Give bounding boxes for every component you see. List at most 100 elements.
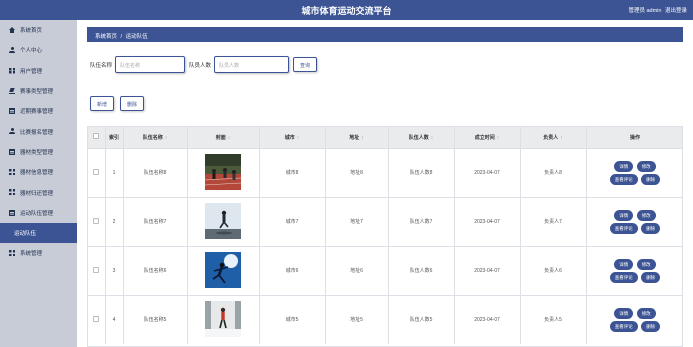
- sidebar-item-equipment-info[interactable]: 器材信息管理: [0, 162, 77, 182]
- sidebar-item-label: 比赛报名管理: [20, 129, 54, 136]
- cover-image[interactable]: [205, 251, 241, 288]
- sidebar-item-label: 系统首页: [20, 28, 43, 35]
- edit-icon: [9, 88, 15, 94]
- grid-icon: [9, 67, 15, 74]
- cell-city: 城市5: [259, 294, 326, 344]
- row-checkbox[interactable]: [93, 266, 100, 273]
- sidebar-item-system[interactable]: 系统管理: [0, 243, 77, 263]
- cell-city: 城市7: [259, 196, 326, 246]
- person-icon: [9, 128, 15, 135]
- column-header[interactable]: 封面 ↕: [187, 127, 260, 148]
- app-title: 城市体育运动交流平台: [301, 6, 392, 16]
- view-comments-button[interactable]: 查看评论: [609, 320, 638, 332]
- delete-button[interactable]: 删除: [641, 222, 661, 234]
- edit-button[interactable]: 修改: [636, 160, 656, 172]
- view-comments-button[interactable]: 查看评论: [609, 271, 638, 283]
- view-comments-button[interactable]: 查看评论: [609, 173, 638, 185]
- column-header: 索引: [105, 127, 124, 148]
- table-row: 1 队伍名称8 城市8 地址8 队伍人数8 2023-04-07 负责人8 详情…: [88, 147, 682, 197]
- column-header[interactable]: 地址 ↕: [325, 127, 389, 148]
- sidebar-item-team-management[interactable]: 运动队伍管理: [0, 203, 77, 223]
- cell-index: 2: [105, 196, 124, 246]
- logout-link[interactable]: 退出登录: [665, 8, 687, 14]
- cover-image[interactable]: [205, 202, 241, 239]
- cell-city: 城市8: [259, 147, 326, 197]
- cell-address: 地址7: [325, 196, 389, 246]
- cell-leader: 负责人8: [520, 147, 587, 197]
- detail-button[interactable]: 详情: [614, 258, 634, 270]
- sidebar: 系统首页 个人中心 用户管理 赛事类型管理 近期赛事管理 比赛报名管理 器材类型…: [0, 20, 77, 347]
- edit-button[interactable]: 修改: [636, 307, 656, 319]
- cover-image[interactable]: [205, 300, 241, 337]
- home-icon: [9, 27, 15, 33]
- team-name-label: 队伍名称: [90, 62, 113, 69]
- sidebar-item-equipment-types[interactable]: 器材类型管理: [0, 142, 77, 162]
- column-header[interactable]: 城市 ↕: [259, 127, 326, 148]
- sort-icon: ↕: [361, 134, 364, 141]
- delete-button[interactable]: 删除: [641, 320, 661, 332]
- cell-people: 队伍人数8: [388, 147, 455, 197]
- document-icon: [9, 209, 15, 216]
- sidebar-item-teams[interactable]: 运动队伍: [0, 222, 77, 244]
- cell-cover: [187, 196, 260, 246]
- sidebar-item-label: 运动队伍管理: [20, 210, 54, 217]
- cell-leader: 负责人5: [520, 294, 587, 344]
- detail-button[interactable]: 详情: [614, 209, 634, 221]
- action-buttons: 新增 删除: [90, 96, 145, 111]
- edit-button[interactable]: 修改: [636, 258, 656, 270]
- sidebar-item-registration[interactable]: 比赛报名管理: [0, 121, 77, 141]
- column-header[interactable]: 队伍名称 ↕: [123, 127, 188, 148]
- document-icon: [9, 108, 15, 115]
- column-header[interactable]: 队伍人数 ↕: [388, 127, 455, 148]
- cell-date: 2023-04-07: [454, 196, 521, 246]
- select-all-checkbox[interactable]: [93, 133, 100, 140]
- cover-image[interactable]: [205, 153, 241, 190]
- row-checkbox[interactable]: [93, 315, 100, 322]
- row-checkbox[interactable]: [93, 168, 100, 175]
- view-comments-button[interactable]: 查看评论: [609, 222, 638, 234]
- sidebar-item-recent-events[interactable]: 近期赛事管理: [0, 101, 77, 121]
- teams-table: 索引 队伍名称 ↕ 封面 ↕ 城市 ↕ 地址 ↕ 队伍人数 ↕ 成立时间 ↕ 负责人 ↕ 操作…: [87, 126, 683, 347]
- grid-icon: [9, 189, 15, 196]
- cell-cover: [187, 294, 260, 344]
- sidebar-item-label: 器材归还管理: [20, 190, 54, 197]
- sidebar-item-equipment-return[interactable]: 器材归还管理: [0, 182, 77, 202]
- breadcrumb-home[interactable]: 系统首页: [95, 34, 117, 40]
- sidebar-item-home[interactable]: 系统首页: [0, 20, 77, 40]
- breadcrumb-current: 运动队伍: [125, 33, 148, 40]
- column-header[interactable]: 成立时间 ↕: [454, 127, 521, 148]
- detail-button[interactable]: 详情: [614, 160, 634, 172]
- breadcrumb-separator: /: [120, 33, 123, 40]
- row-checkbox[interactable]: [93, 217, 100, 224]
- query-button[interactable]: 查询: [293, 57, 318, 72]
- column-header[interactable]: 负责人 ↕: [520, 127, 587, 148]
- user-area: 管理员 admin 退出登录: [626, 6, 687, 14]
- cell-index: 3: [105, 245, 124, 295]
- edit-button[interactable]: 修改: [636, 209, 656, 221]
- team-name-input[interactable]: 队伍名称: [115, 56, 186, 73]
- team-size-input[interactable]: 队员人数: [214, 56, 290, 73]
- cell-leader: 负责人7: [520, 196, 587, 246]
- detail-button[interactable]: 详情: [614, 307, 634, 319]
- table-row: 4 队伍名称5 城市5 地址5 队伍人数5 2023-04-07 负责人5 详情…: [88, 294, 682, 344]
- main-content: 系统首页 / 运动队伍 队伍名称 队伍名称 队员人数 队员人数 查询 新增 删除…: [77, 20, 693, 347]
- sidebar-item-event-types[interactable]: 赛事类型管理: [0, 81, 77, 101]
- search-bar: 队伍名称 队伍名称 队员人数 队员人数 查询: [90, 56, 318, 73]
- cell-address: 地址6: [325, 245, 389, 295]
- add-button[interactable]: 新增: [90, 96, 115, 111]
- sidebar-item-label: 运动队伍: [14, 231, 37, 238]
- delete-button[interactable]: 删除: [641, 173, 661, 185]
- cell-team-name: 队伍名称6: [123, 245, 188, 295]
- sidebar-item-profile[interactable]: 个人中心: [0, 40, 77, 60]
- team-size-label: 队员人数: [189, 62, 212, 69]
- document-icon: [9, 148, 15, 155]
- cell-address: 地址8: [325, 147, 389, 197]
- sidebar-item-users[interactable]: 用户管理: [0, 61, 77, 81]
- bulk-delete-button[interactable]: 删除: [120, 96, 145, 111]
- cell-city: 城市6: [259, 245, 326, 295]
- delete-button[interactable]: 删除: [641, 271, 661, 283]
- cell-leader: 负责人6: [520, 245, 587, 295]
- cell-index: 4: [105, 294, 124, 344]
- cell-people: 队伍人数6: [388, 245, 455, 295]
- cell-date: 2023-04-07: [454, 294, 521, 344]
